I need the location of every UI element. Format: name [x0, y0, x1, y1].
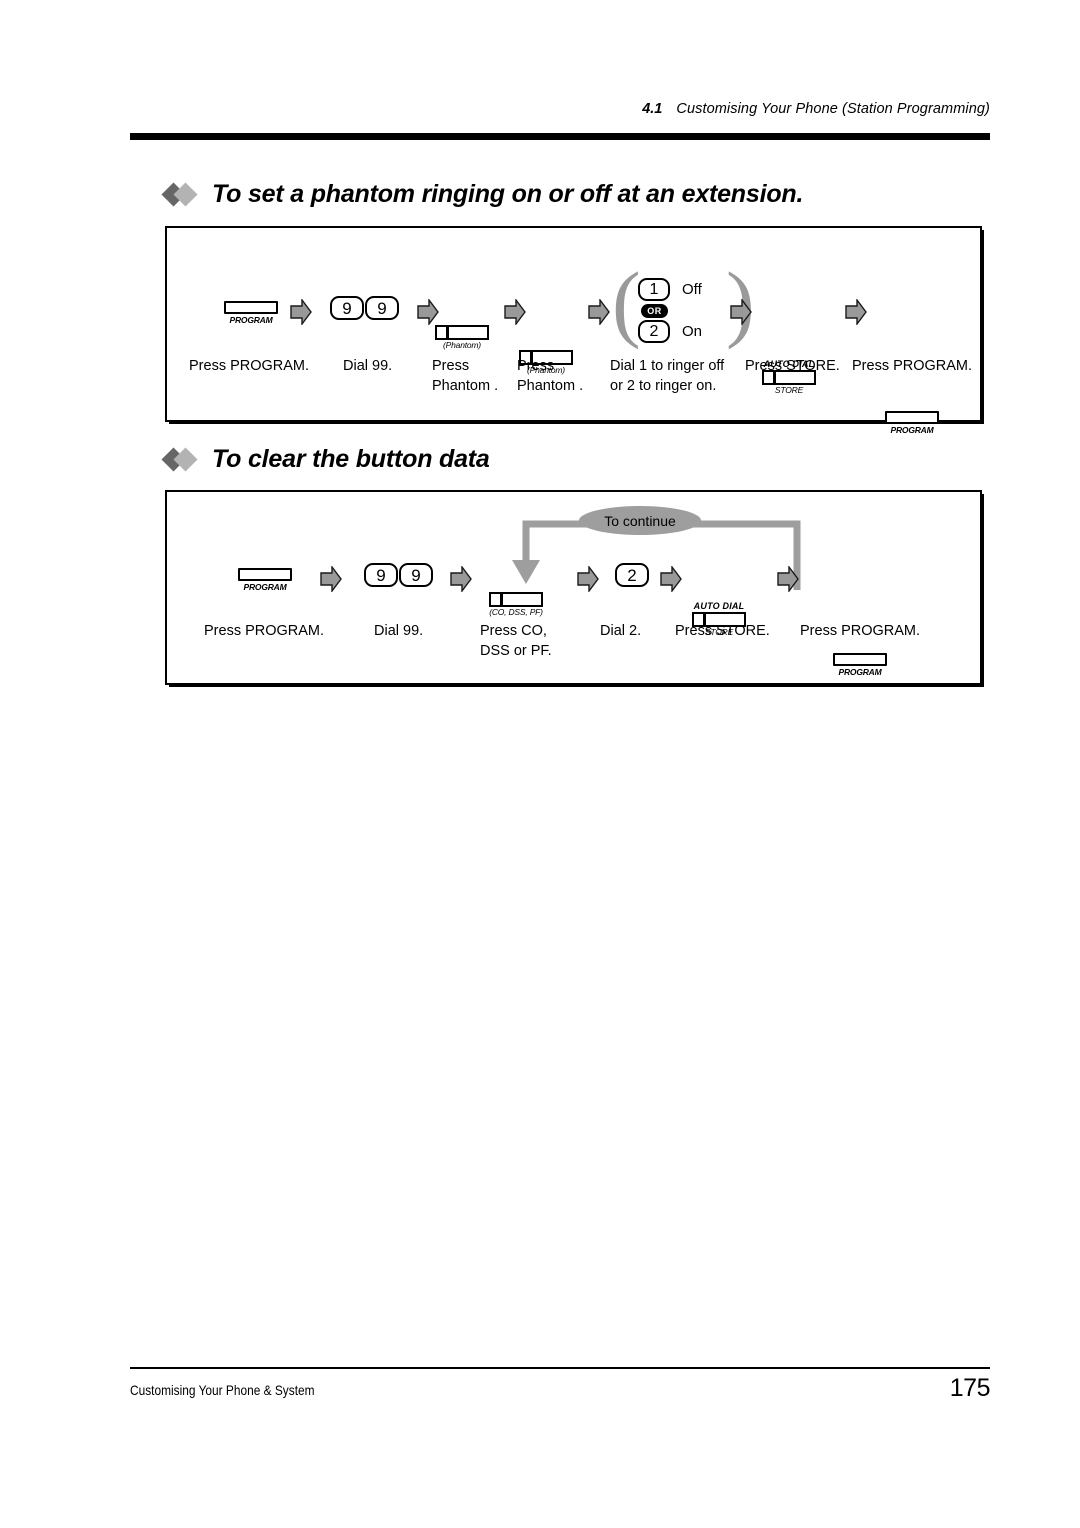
step-caption-3: Press Phantom .: [432, 358, 499, 394]
keypad-key-9-a[interactable]: 9: [364, 563, 398, 587]
flow-arrow-icon: [588, 299, 610, 325]
program-key-icon: [833, 653, 887, 666]
store-key-top-label: AUTO DIAL: [693, 601, 745, 611]
flexible-key-label: (CO, DSS, PF): [489, 607, 543, 617]
step-caption-3: Press CO, DSS or PF.: [480, 623, 552, 659]
program-key-icon: [885, 411, 939, 424]
step-caption-6: Press STORE.: [745, 358, 840, 374]
keypad-key-9-b[interactable]: 9: [399, 563, 433, 587]
flow-arrow-icon: [417, 299, 439, 325]
step-caption-7: Press PROGRAM.: [852, 358, 973, 374]
footer-rule: [130, 1367, 990, 1369]
or-separator-badge: OR: [641, 304, 668, 318]
program-key-icon: [224, 301, 278, 314]
section-title-text: To set a phantom ringing on or off at an…: [212, 180, 804, 208]
program-key-label: PROGRAM: [838, 667, 882, 677]
flexible-key-icon: [489, 592, 543, 607]
document-page: 4.1 Customising Your Phone (Station Progr…: [0, 0, 1080, 1528]
step-caption-4: Dial 2.: [600, 623, 642, 639]
step-choice-group[interactable]: ( ) 1 Off OR 2 On: [612, 253, 755, 358]
header-rule: [130, 133, 990, 140]
step-program-button-2[interactable]: PROGRAM: [833, 653, 1080, 677]
keypad-key-2[interactable]: 2: [615, 563, 649, 587]
flow-arrow-icon: [320, 566, 342, 592]
section-heading-phantom-ringing: To set a phantom ringing on or off at an…: [161, 180, 804, 209]
flow-arrow-icon: [660, 566, 682, 592]
choice-option-1[interactable]: 1: [638, 278, 670, 301]
section-title-text: To clear the button data: [212, 445, 490, 473]
flexible-key-label: (Phantom): [443, 340, 481, 350]
to-continue-label: To continue: [604, 512, 676, 529]
step-caption-1: Press PROGRAM.: [204, 623, 325, 639]
step-caption-5: Press STORE.: [675, 623, 770, 639]
store-key-bottom-label: STORE: [774, 385, 804, 395]
program-key-label: PROGRAM: [243, 582, 287, 592]
step-caption-2: Dial 99.: [343, 358, 393, 374]
footer-page-number: 175: [949, 1374, 991, 1402]
keypad-key-2[interactable]: 2: [638, 320, 670, 343]
step-phantom-button-1[interactable]: (Phantom): [435, 325, 1080, 350]
program-key-label: PROGRAM: [890, 425, 934, 435]
step-caption-2: Dial 99.: [374, 623, 424, 639]
section-heading-clear-button-data: To clear the button data: [161, 445, 490, 474]
flow-arrow-icon: [845, 299, 867, 325]
header-section-title: Customising Your Phone (Station Programm…: [676, 101, 990, 117]
flow-arrow-icon: [290, 299, 312, 325]
flow-arrow-icon: [450, 566, 472, 592]
left-paren: (: [612, 254, 641, 350]
step-keypad-99[interactable]: 9 9: [330, 296, 399, 320]
keypad-key-1[interactable]: 1: [638, 278, 670, 301]
step-program-button-2[interactable]: PROGRAM: [885, 411, 1080, 435]
choice-option-2[interactable]: 2: [638, 320, 670, 343]
to-continue-badge: To continue: [579, 506, 701, 535]
keypad-key-9-a[interactable]: 9: [330, 296, 364, 320]
step-caption-5: Dial 1 to ringer off or 2 to ringer on.: [610, 358, 725, 394]
step-caption-1: Press PROGRAM.: [189, 358, 310, 374]
header-section-number: 4.1: [642, 101, 663, 117]
flow-arrow-icon: [777, 566, 799, 592]
procedure-box-clear-button-data: To continue PROGRAM Press PROGRAM. 9 9 D…: [165, 490, 982, 685]
flexible-key-icon: [435, 325, 489, 340]
keypad-key-9-b[interactable]: 9: [365, 296, 399, 320]
flow-arrow-icon: [577, 566, 599, 592]
step-keypad-99[interactable]: 9 9: [364, 563, 433, 587]
footer-left-text: Customising Your Phone & System: [130, 1382, 315, 1398]
step-caption-6: Press PROGRAM.: [800, 623, 921, 639]
flow-arrow-icon: [730, 299, 752, 325]
step-keypad-2[interactable]: 2: [615, 563, 649, 587]
procedure-box-phantom-ringing: PROGRAM Press PROGRAM. 9 9 Dial 99. (Pha…: [165, 226, 982, 435]
program-key-icon: [238, 568, 292, 581]
choice-option-2-label: On: [682, 323, 703, 340]
program-key-label: PROGRAM: [229, 315, 273, 325]
step-caption-4: Press Phantom .: [517, 358, 584, 394]
page-header: 4.1 Customising Your Phone (Station Progr…: [130, 100, 990, 118]
flow-arrow-icon: [504, 299, 526, 325]
choice-option-1-label: Off: [682, 281, 702, 298]
